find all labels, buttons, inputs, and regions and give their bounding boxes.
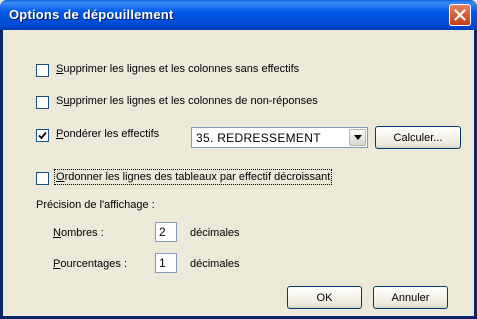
dialog-window: Options de dépouillement Supprimer les l… <box>0 0 477 319</box>
ok-button[interactable]: OK <box>287 286 362 309</box>
option-sort-label[interactable]: Ordonner les lignes des tableaux par eff… <box>53 169 333 185</box>
calculate-button[interactable]: Calculer... <box>375 126 461 149</box>
close-icon <box>454 9 466 21</box>
dropdown-button[interactable] <box>349 129 366 146</box>
weight-variable-value: 35. REDRESSEMENT <box>196 131 321 145</box>
cancel-button[interactable]: Annuler <box>373 286 448 309</box>
label-rest: ourcentages : <box>60 258 127 270</box>
mnemonic: O <box>56 171 65 183</box>
option-weight-label[interactable]: Pondérer les effectifs <box>56 128 159 140</box>
percent-label: Pourcentages : <box>53 258 127 270</box>
numbers-decimals-input[interactable]: 2 <box>155 222 177 242</box>
option-remove-empty-label[interactable]: Supprimer les lignes et les colonnes san… <box>56 63 299 75</box>
numbers-label: Nombres : <box>53 227 104 239</box>
dialog-body: Supprimer les lignes et les colonnes san… <box>3 30 474 316</box>
weight-variable-select[interactable]: 35. REDRESSEMENT <box>191 127 368 148</box>
option-remove-nonresponse-checkbox[interactable] <box>36 96 49 109</box>
close-button[interactable] <box>449 4 471 26</box>
option-remove-empty-checkbox[interactable] <box>36 64 49 77</box>
mnemonic: N <box>53 227 61 239</box>
label-rest: rdonner les lignes des tableaux par effe… <box>64 171 331 183</box>
option-sort-checkbox[interactable] <box>36 172 49 185</box>
window-title: Options de dépouillement <box>9 7 174 22</box>
percent-decimals-input[interactable]: 1 <box>155 253 177 273</box>
option-remove-nonresponse-label[interactable]: Supprimer les lignes et les colonnes de … <box>56 95 318 107</box>
label-rest: pprimer les lignes et les colonnes de no… <box>69 95 318 107</box>
precision-heading: Précision de l'affichage : <box>36 199 155 211</box>
label-rest: ombres : <box>60 227 104 239</box>
title-bar[interactable]: Options de dépouillement <box>0 0 477 30</box>
label-rest: upprimer les lignes et les colonnes sans… <box>63 63 300 75</box>
percent-unit: décimales <box>190 258 240 270</box>
label-rest: ondérer les effectifs <box>63 128 160 140</box>
option-weight-checkbox[interactable] <box>36 129 49 142</box>
numbers-unit: décimales <box>190 227 240 239</box>
